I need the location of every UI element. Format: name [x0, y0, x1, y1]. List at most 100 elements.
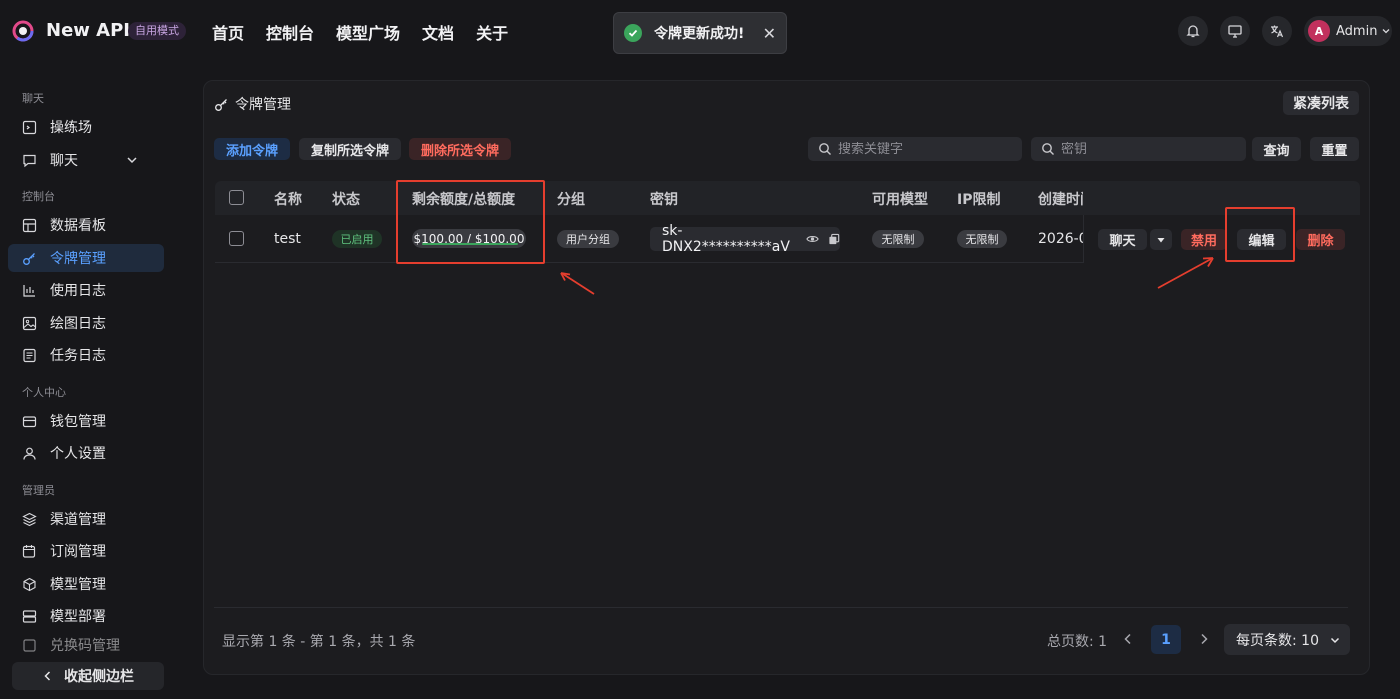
- sidebar-item-usage-logs[interactable]: 使用日志: [8, 276, 164, 304]
- sidebar-section-console: 控制台: [22, 190, 55, 203]
- chevron-right-icon[interactable]: [1197, 632, 1211, 646]
- success-toast: 令牌更新成功! ✕: [613, 12, 787, 54]
- page-number-current[interactable]: 1: [1151, 625, 1181, 654]
- column-header-key[interactable]: 密钥: [650, 189, 678, 209]
- sidebar-item-label: 操练场: [50, 120, 92, 136]
- calendar-clock-icon: [22, 544, 36, 558]
- search-icon: [819, 143, 831, 155]
- column-header-status[interactable]: 状态: [332, 189, 360, 209]
- page-title: 令牌管理: [214, 94, 291, 114]
- layers-icon: [22, 512, 37, 526]
- user-menu[interactable]: A Admin: [1304, 16, 1392, 46]
- bar-chart-icon: [23, 284, 35, 297]
- nav-home[interactable]: 首页: [212, 20, 244, 44]
- arrow-icon: [560, 272, 595, 295]
- nav-docs[interactable]: 文档: [422, 20, 454, 44]
- sidebar-item-chat[interactable]: 聊天: [8, 146, 164, 174]
- edit-highlight-box: [1225, 207, 1295, 262]
- nav-model-market[interactable]: 模型广场: [336, 20, 400, 44]
- query-button[interactable]: 查询: [1252, 137, 1301, 161]
- key-search[interactable]: [1031, 137, 1246, 161]
- toast-message: 令牌更新成功!: [654, 26, 745, 42]
- compact-list-button[interactable]: 紧凑列表: [1283, 91, 1359, 115]
- page-size-select[interactable]: 每页条数: 10: [1224, 624, 1350, 655]
- sidebar-item-playground[interactable]: 操练场: [8, 113, 164, 141]
- arrow-icon: [1157, 257, 1214, 289]
- created-time: 2026-0: [1038, 231, 1088, 247]
- translate-icon[interactable]: [1262, 16, 1292, 46]
- sidebar-item-label: 使用日志: [50, 283, 106, 299]
- logo-icon[interactable]: [12, 20, 34, 42]
- sidebar-item-label: 兑换码管理: [50, 638, 120, 654]
- key-icon: [23, 252, 35, 265]
- sidebar-item-label: 个人设置: [50, 446, 106, 462]
- sidebar-item-dashboard[interactable]: 数据看板: [8, 211, 164, 239]
- reset-button[interactable]: 重置: [1310, 137, 1359, 161]
- sidebar-item-profile[interactable]: 个人设置: [8, 439, 164, 467]
- sidebar-item-channels[interactable]: 渠道管理: [8, 505, 164, 533]
- avatar: A: [1308, 20, 1330, 42]
- chevron-left-icon: [44, 671, 51, 681]
- brand-name[interactable]: New API: [46, 20, 130, 41]
- pagination-summary: 显示第 1 条 - 第 1 条，共 1 条: [222, 634, 416, 650]
- api-key-text: sk-DNX2**********aV: [662, 223, 790, 255]
- chevron-left-icon[interactable]: [1121, 632, 1135, 646]
- chat-button[interactable]: 聊天: [1098, 229, 1147, 250]
- close-icon[interactable]: ✕: [763, 24, 776, 43]
- top-bar: New API 自用模式 首页 控制台 模型广场 文档 关于 令牌更新成功! ✕…: [0, 0, 1400, 64]
- sidebar-item-label: 渠道管理: [50, 512, 106, 528]
- column-header-ip-limit[interactable]: IP限制: [957, 189, 1000, 209]
- add-token-button[interactable]: 添加令牌: [214, 138, 290, 160]
- chevron-down-icon: [1382, 29, 1390, 34]
- sidebar-item-wallet[interactable]: 钱包管理: [8, 407, 164, 435]
- disable-button[interactable]: 禁用: [1181, 229, 1227, 250]
- sidebar-item-tokens[interactable]: 令牌管理: [8, 244, 164, 272]
- sidebar-item-label: 绘图日志: [50, 316, 106, 332]
- delete-selected-button[interactable]: 删除所选令牌: [409, 138, 511, 160]
- sidebar-item-redeem-codes[interactable]: 兑换码管理: [8, 634, 164, 656]
- keyword-search[interactable]: [808, 137, 1022, 161]
- image-icon: [22, 316, 37, 330]
- monitor-icon[interactable]: [1220, 16, 1250, 46]
- sidebar-section-personal: 个人中心: [22, 386, 66, 399]
- select-all-checkbox[interactable]: [229, 190, 244, 205]
- sidebar-item-label: 钱包管理: [50, 414, 106, 430]
- column-header-name[interactable]: 名称: [274, 189, 302, 209]
- models-badge: 无限制: [872, 230, 924, 248]
- sidebar-item-label: 数据看板: [50, 218, 106, 234]
- sidebar-item-label: 订阅管理: [50, 544, 106, 560]
- column-header-models[interactable]: 可用模型: [872, 189, 928, 209]
- ip-limit-badge: 无限制: [957, 230, 1007, 248]
- caret-down-icon: [1157, 237, 1165, 242]
- copy-icon[interactable]: [828, 233, 840, 246]
- checklist-icon: [23, 348, 36, 362]
- keyword-search-input[interactable]: [838, 141, 988, 157]
- user-icon: [23, 447, 36, 460]
- nav-about[interactable]: 关于: [476, 20, 508, 44]
- sidebar-item-drawing-logs[interactable]: 绘图日志: [8, 309, 164, 337]
- sidebar-item-deployments[interactable]: 模型部署: [8, 602, 164, 630]
- copy-selected-button[interactable]: 复制所选令牌: [299, 138, 401, 160]
- delete-button[interactable]: 删除: [1296, 229, 1345, 250]
- mode-tag: 自用模式: [128, 22, 186, 40]
- row-checkbox[interactable]: [229, 231, 244, 246]
- footer-divider: [214, 607, 1348, 608]
- chevron-down-icon[interactable]: [125, 153, 139, 167]
- sidebar-item-models[interactable]: 模型管理: [8, 570, 164, 598]
- tokens-card: [203, 80, 1370, 675]
- eye-icon[interactable]: [806, 232, 819, 246]
- sidebar-item-task-logs[interactable]: 任务日志: [8, 341, 164, 369]
- user-name: Admin: [1336, 23, 1378, 39]
- wallet-icon: [22, 415, 37, 427]
- nav-console[interactable]: 控制台: [266, 20, 314, 44]
- column-header-created[interactable]: 创建时间: [1038, 189, 1083, 209]
- sidebar-item-subscriptions[interactable]: 订阅管理: [8, 537, 164, 565]
- column-header-group[interactable]: 分组: [557, 189, 585, 209]
- status-badge: 已启用: [332, 230, 382, 248]
- key-search-input[interactable]: [1061, 141, 1211, 157]
- ticket-icon: [23, 638, 36, 652]
- collapse-sidebar-button[interactable]: 收起侧边栏: [12, 662, 164, 690]
- chat-dropdown-button[interactable]: [1150, 229, 1172, 250]
- notification-bell-icon[interactable]: [1178, 16, 1208, 46]
- sidebar-item-label: 模型部署: [50, 609, 106, 625]
